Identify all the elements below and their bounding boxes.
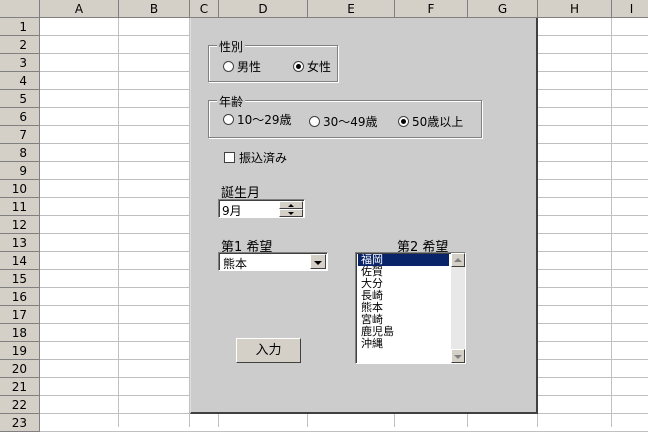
spin-down-button[interactable]	[279, 209, 303, 217]
checkbox-icon	[224, 152, 235, 163]
row-header-22[interactable]: 22	[0, 396, 40, 414]
spin-up-button[interactable]	[279, 201, 303, 209]
row-header-5[interactable]: 5	[0, 90, 40, 108]
row-header-8[interactable]: 8	[0, 144, 40, 162]
column-header-e[interactable]: E	[308, 0, 395, 18]
paid-checkbox[interactable]: 振込済み	[224, 149, 287, 166]
row-header-10[interactable]: 10	[0, 180, 40, 198]
row-header-7[interactable]: 7	[0, 126, 40, 144]
age-radio-50plus[interactable]: 50歳以上	[398, 113, 463, 130]
age-radio-10-29[interactable]: 10～29歳	[223, 111, 292, 128]
row-header-13[interactable]: 13	[0, 234, 40, 252]
radio-female-icon	[293, 61, 304, 72]
row-header-19[interactable]: 19	[0, 342, 40, 360]
chevron-down-icon	[314, 261, 322, 265]
birth-month-field[interactable]: 9月	[218, 199, 305, 218]
submit-button-label: 入力	[255, 343, 282, 358]
radio-50plus-icon	[398, 116, 409, 127]
scroll-up-icon	[454, 258, 462, 262]
row-header-12[interactable]: 12	[0, 216, 40, 234]
column-header-b[interactable]: B	[119, 0, 190, 18]
choice2-listbox[interactable]: 福岡 佐賀 大分 長崎 熊本 宮崎 鹿児島 沖縄	[355, 252, 466, 364]
submit-button[interactable]: 入力	[236, 338, 301, 363]
age-30-49-label: 30～49歳	[323, 115, 378, 129]
choice1-dropdown-button[interactable]	[310, 254, 326, 269]
age-50plus-label: 50歳以上	[412, 115, 464, 129]
scroll-up-button[interactable]	[451, 253, 465, 267]
radio-male-icon	[223, 61, 234, 72]
row-header-9[interactable]: 9	[0, 162, 40, 180]
paid-checkbox-label: 振込済み	[239, 151, 288, 165]
gender-radio-male[interactable]: 男性	[223, 58, 261, 75]
row-header-4[interactable]: 4	[0, 72, 40, 90]
radio-10-29-icon	[223, 114, 234, 125]
column-header-g[interactable]: G	[468, 0, 538, 18]
row-header-1[interactable]: 1	[0, 18, 40, 36]
choice1-value: 熊本	[223, 257, 248, 271]
listbox-item[interactable]: 沖縄	[358, 338, 449, 350]
choice1-combobox[interactable]: 熊本	[218, 252, 328, 271]
gender-female-label: 女性	[307, 60, 332, 74]
row-header-18[interactable]: 18	[0, 324, 40, 342]
row-header-20[interactable]: 20	[0, 360, 40, 378]
birth-month-value: 9月	[222, 204, 242, 218]
gridline	[118, 18, 119, 427]
row-header-16[interactable]: 16	[0, 288, 40, 306]
gender-radio-female[interactable]: 女性	[293, 58, 331, 75]
gender-male-label: 男性	[237, 60, 262, 74]
row-header-23[interactable]: 23	[0, 414, 40, 432]
row-header-3[interactable]: 3	[0, 54, 40, 72]
spin-up-icon	[288, 204, 294, 207]
user-form: 性別 男性 女性 年齢 10～29歳 30～49歳 50歳以上 振込済み 誕生月…	[190, 18, 538, 414]
age-radio-30-49[interactable]: 30～49歳	[309, 113, 378, 130]
gridline	[611, 18, 612, 427]
column-header-f[interactable]: F	[395, 0, 468, 18]
gender-frame-title: 性別	[217, 38, 246, 55]
row-header-17[interactable]: 17	[0, 306, 40, 324]
column-header-a[interactable]: A	[40, 0, 119, 18]
column-header-i[interactable]: I	[612, 0, 648, 18]
row-header-14[interactable]: 14	[0, 252, 40, 270]
column-header-h[interactable]: H	[538, 0, 612, 18]
radio-30-49-icon	[309, 116, 320, 127]
row-header-15[interactable]: 15	[0, 270, 40, 288]
row-header-2[interactable]: 2	[0, 36, 40, 54]
row-header-11[interactable]: 11	[0, 198, 40, 216]
age-10-29-label: 10～29歳	[237, 113, 292, 127]
column-header-c[interactable]: C	[190, 0, 219, 18]
spin-down-icon	[288, 212, 294, 215]
select-all-corner[interactable]	[0, 0, 40, 18]
column-header-d[interactable]: D	[219, 0, 308, 18]
scroll-down-button[interactable]	[451, 349, 465, 363]
listbox-scrollbar[interactable]	[451, 253, 465, 363]
row-header-6[interactable]: 6	[0, 108, 40, 126]
row-header-21[interactable]: 21	[0, 378, 40, 396]
age-frame-title: 年齢	[217, 93, 246, 110]
scroll-down-icon	[454, 355, 462, 359]
